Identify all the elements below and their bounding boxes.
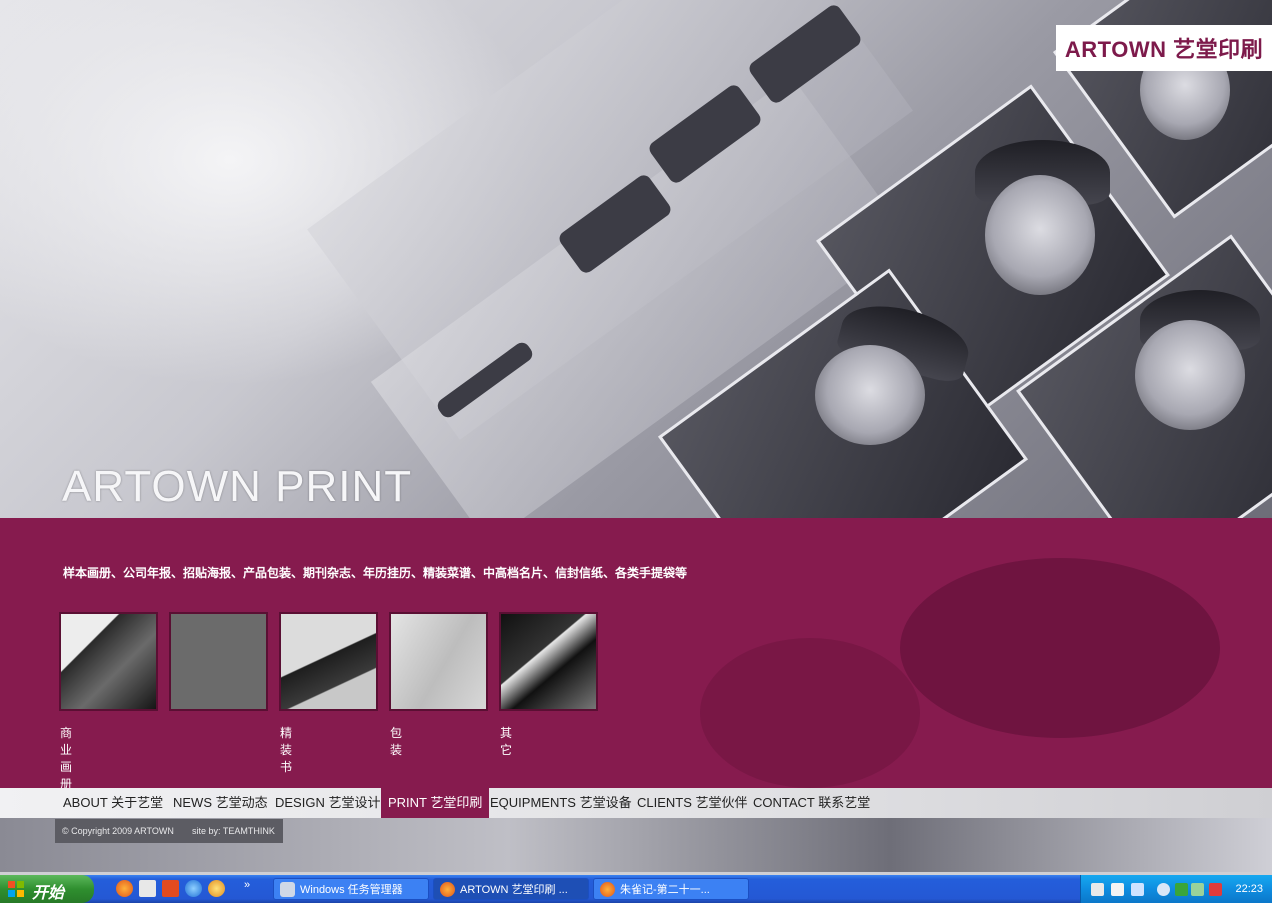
- copyright-bar: © Copyright 2009 ARTOWN site by: TEAMTHI…: [55, 819, 283, 843]
- site-credit-link[interactable]: site by: TEAMTHINK: [192, 819, 275, 843]
- thumbnail-hardcover-book[interactable]: [279, 612, 378, 711]
- face-graphic: [985, 175, 1095, 295]
- status-green-icon[interactable]: [1175, 883, 1188, 896]
- back-arrow-icon[interactable]: [1157, 883, 1170, 896]
- thumbnail-empty[interactable]: [169, 612, 268, 711]
- firefox-quicklaunch-icon[interactable]: [116, 880, 133, 897]
- main-nav: ABOUT 关于艺堂 NEWS 艺堂动态 DESIGN 艺堂设计 PRINT 艺…: [0, 788, 1272, 818]
- task-label: ARTOWN 艺堂印刷 ...: [460, 884, 568, 896]
- brand-logo[interactable]: ARTOWN 艺堂印刷: [1056, 25, 1272, 71]
- thumbnail-image: [391, 614, 486, 709]
- system-tray: 22:23: [1080, 875, 1272, 903]
- nav-equipments[interactable]: EQUIPMENTS 艺堂设备: [490, 788, 632, 818]
- windows-logo-icon: [8, 881, 24, 897]
- copyright-text: © Copyright 2009 ARTOWN: [62, 826, 174, 836]
- clock[interactable]: 22:23: [1235, 875, 1263, 903]
- face-graphic: [815, 345, 925, 445]
- download-quicklaunch-icon[interactable]: [162, 880, 179, 897]
- task-manager-icon: [280, 882, 295, 897]
- nav-news[interactable]: NEWS 艺堂动态: [173, 788, 268, 818]
- taskbar-button-task-manager[interactable]: Windows 任务管理器: [273, 878, 429, 900]
- thumbnail-image: [281, 614, 376, 709]
- start-label: 开始: [32, 885, 65, 902]
- nav-about[interactable]: ABOUT 关于艺堂: [63, 788, 163, 818]
- panel-blur-shape: [900, 558, 1220, 738]
- antivirus-icon[interactable]: [1209, 883, 1222, 896]
- thumbnail-label[interactable]: 其它: [500, 724, 512, 758]
- ie-quicklaunch-icon[interactable]: [185, 880, 202, 897]
- quicklaunch-overflow-icon[interactable]: »: [244, 879, 250, 891]
- thumbnail-image: [61, 614, 156, 709]
- panel-blur-shape: [700, 638, 920, 788]
- thumbnail-label[interactable]: 商业画册: [60, 724, 72, 788]
- nav-print[interactable]: PRINT 艺堂印刷: [381, 788, 490, 818]
- thumbnail-label[interactable]: 包装: [390, 724, 402, 758]
- task-label: Windows 任务管理器: [300, 884, 403, 896]
- thumbnail-commercial-album[interactable]: [59, 612, 158, 711]
- thumbnail-label[interactable]: 精装书: [280, 724, 292, 775]
- thumbnail-packaging[interactable]: [389, 612, 488, 711]
- windows-taskbar: 开始 » Windows 任务管理器 ARTOWN 艺堂印刷 ... 朱雀记-第…: [0, 875, 1272, 903]
- face-graphic: [1135, 320, 1245, 430]
- nav-contact[interactable]: CONTACT 联系艺堂: [753, 788, 870, 818]
- thumbnail-image: [501, 614, 596, 709]
- wireless-icon[interactable]: [1191, 883, 1204, 896]
- web-page: ARTOWN 艺堂印刷 ARTOWN PRINT 样本画册、公司年报、招贴海报、…: [0, 0, 1272, 872]
- keyboard-icon[interactable]: [1091, 883, 1104, 896]
- task-label: 朱雀记-第二十一...: [620, 884, 710, 896]
- network-icon[interactable]: [1131, 883, 1144, 896]
- taskbar-button-artown[interactable]: ARTOWN 艺堂印刷 ...: [433, 878, 589, 900]
- hero-title: ARTOWN PRINT: [62, 462, 413, 511]
- content-panel: 样本画册、公司年报、招贴海报、产品包装、期刊杂志、年历挂历、精装菜谱、中高档名片…: [0, 518, 1272, 788]
- firefox-icon: [440, 882, 455, 897]
- firefox-icon: [600, 882, 615, 897]
- image-viewer-quicklaunch-icon[interactable]: [139, 880, 156, 897]
- nav-design[interactable]: DESIGN 艺堂设计: [275, 788, 380, 818]
- taskbar-button-zhuque[interactable]: 朱雀记-第二十一...: [593, 878, 749, 900]
- nav-clients[interactable]: CLIENTS 艺堂伙伴: [637, 788, 748, 818]
- service-description: 样本画册、公司年报、招贴海报、产品包装、期刊杂志、年历挂历、精装菜谱、中高档名片…: [63, 566, 688, 580]
- brand-logo-text: ARTOWN 艺堂印刷: [1064, 37, 1264, 62]
- help-icon[interactable]: [1111, 883, 1124, 896]
- thumbnail-other[interactable]: [499, 612, 598, 711]
- start-button[interactable]: 开始: [0, 875, 94, 903]
- hero-banner: ARTOWN 艺堂印刷 ARTOWN PRINT: [0, 0, 1272, 628]
- media-quicklaunch-icon[interactable]: [208, 880, 225, 897]
